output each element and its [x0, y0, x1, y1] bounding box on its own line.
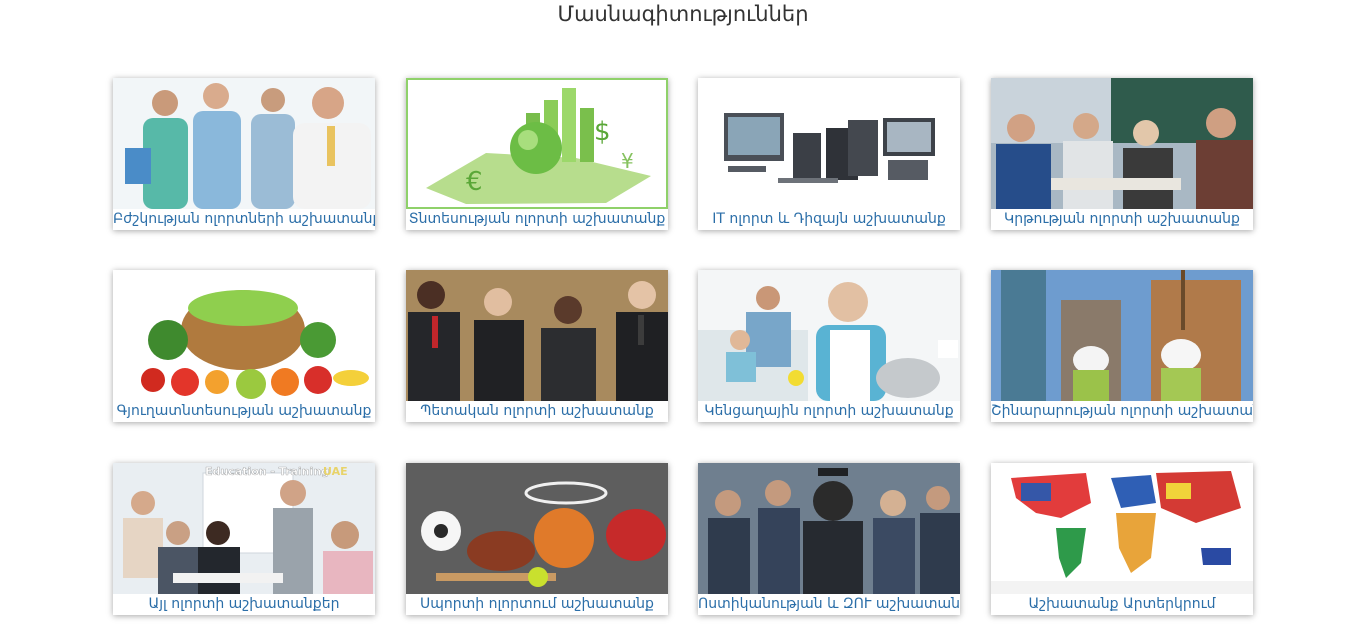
svg-text:¥: ¥: [621, 149, 634, 173]
card-label: IT ոլորտ և Դիզայն աշխատանք: [712, 211, 946, 227]
svg-text:€: €: [466, 167, 483, 197]
card-it-design[interactable]: IT ոլորտ և Դիզայն աշխատանք: [698, 78, 960, 230]
card-label: Աշխատանք Արտերկրում: [1028, 596, 1216, 612]
card-label: Կրթության ոլորտի աշխատանք: [1004, 211, 1240, 227]
card-police[interactable]: Ոստիկանության և ԶՈՒ աշխատանք: [698, 463, 960, 615]
card-label: Կենցաղային ոլորտի աշխատանք: [704, 403, 954, 419]
card-label: Տնտեսության ոլորտի աշխատանք: [408, 211, 666, 227]
economy-globe-image: $ € ¥: [406, 78, 668, 209]
page-title: Մասնագիտություններ: [557, 2, 809, 26]
card-abroad[interactable]: Աշխատանք Արտերկրում: [991, 463, 1253, 615]
training-meeting-image: Education - Training UAE: [113, 463, 375, 594]
card-household[interactable]: Կենցաղային ոլորտի աշխատանք: [698, 270, 960, 422]
card-label: Ոստիկանության և ԶՈՒ աշխատանք: [698, 596, 960, 612]
card-economy[interactable]: $ € ¥ Տնտեսության ոլորտի աշխատանք: [406, 78, 668, 230]
vegetables-basket-image: [113, 270, 375, 401]
card-label: Շինարարության ոլորտի աշխատանք: [991, 403, 1253, 419]
construction-site-image: [991, 270, 1253, 401]
world-flags-map-image: [991, 463, 1253, 594]
card-label: Բժշկության ոլորտների աշխատանք: [113, 211, 375, 227]
household-cleaning-image: [698, 270, 960, 401]
card-medical[interactable]: Բժշկության ոլորտների աշխատանք: [113, 78, 375, 230]
police-officers-image: [698, 463, 960, 594]
card-label: Գյուղատնտեսության աշխատանք: [116, 403, 372, 419]
card-construction[interactable]: Շինարարության ոլորտի աշխատանք: [991, 270, 1253, 422]
computers-image: [698, 78, 960, 209]
sports-balls-image: [406, 463, 668, 594]
overlay-text: Education - Training: [205, 465, 329, 478]
card-label: Սպորտի ոլորտում աշխատանք: [420, 596, 654, 612]
overlay-badge: UAE: [323, 465, 348, 478]
medical-staff-image: [113, 78, 375, 209]
card-sports[interactable]: Սպորտի ոլորտում աշխատանք: [406, 463, 668, 615]
business-people-image: [406, 270, 668, 401]
card-agriculture[interactable]: Գյուղատնտեսության աշխատանք: [113, 270, 375, 422]
card-other[interactable]: Education - Training UAE Այլ ոլորտի աշխա…: [113, 463, 375, 615]
card-government[interactable]: Պետական ոլորտի աշխատանք: [406, 270, 668, 422]
students-classroom-image: [991, 78, 1253, 209]
card-label: Պետական ոլորտի աշխատանք: [420, 403, 654, 419]
svg-text:$: $: [594, 117, 611, 147]
card-education[interactable]: Կրթության ոլորտի աշխատանք: [991, 78, 1253, 230]
card-label: Այլ ոլորտի աշխատանքեր: [148, 596, 340, 612]
